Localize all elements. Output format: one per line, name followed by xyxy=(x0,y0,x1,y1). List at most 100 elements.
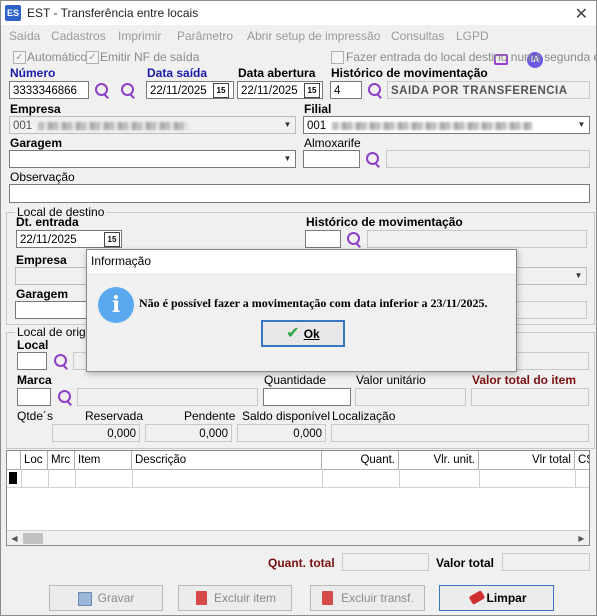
valor-total-item-label: Valor total do item xyxy=(472,373,577,387)
emitir-nf-label: Emitir NF de saída xyxy=(100,50,200,64)
horizontal-scrollbar[interactable]: ◀ ▶ xyxy=(7,530,589,545)
search-icon[interactable] xyxy=(57,389,73,406)
chevron-down-icon[interactable]: ▼ xyxy=(574,117,589,133)
filial-label: Filial xyxy=(304,102,332,116)
limpar-button[interactable]: Limpar xyxy=(439,585,554,611)
main-window: ES EST - Transferência entre locais ✕ Sa… xyxy=(0,0,597,616)
col-mrc[interactable]: Mrc xyxy=(48,451,75,469)
search-icon[interactable] xyxy=(94,82,110,99)
col-vlr-unit[interactable]: Vlr. unit. xyxy=(399,451,479,469)
saldo-field: 0,000 xyxy=(237,424,326,442)
almoxarife-label: Almoxarife xyxy=(304,136,361,150)
menu-bar: Saída Cadastros Imprimir Parâmetro Abrir… xyxy=(1,26,596,68)
observacao-label: Observação xyxy=(10,170,75,184)
destino-historico-field[interactable] xyxy=(305,230,341,248)
localizacao-label: Localização xyxy=(332,409,396,423)
data-saida-label: Data saída xyxy=(147,66,208,80)
search-icon[interactable] xyxy=(367,82,383,99)
calendar-icon[interactable]: 15 xyxy=(104,232,120,247)
limpar-label: Limpar xyxy=(486,591,527,605)
col-loc[interactable]: Loc xyxy=(21,451,48,469)
automatico-checkbox[interactable]: ✓ xyxy=(13,51,26,64)
valor-total-field xyxy=(502,553,590,571)
col-vlr-total[interactable]: Vlr total xyxy=(479,451,575,469)
gravar-button[interactable]: Gravar xyxy=(49,585,163,611)
garagem-combo[interactable]: ▼ xyxy=(9,150,296,168)
menu-imprimir[interactable]: Imprimir xyxy=(118,29,161,43)
data-saida-value: 22/11/2025 xyxy=(150,85,207,97)
historico-label: Histórico de movimentação xyxy=(331,66,488,80)
destino-garagem-label: Garagem xyxy=(16,287,69,301)
menu-lgpd[interactable]: LGPD xyxy=(456,29,489,43)
excluir-transf-button[interactable]: Excluir transf. xyxy=(310,585,425,611)
col-quant[interactable]: Quant. xyxy=(322,451,399,469)
chevron-down-icon[interactable]: ▼ xyxy=(280,117,295,133)
dialog-title: Informação xyxy=(91,254,152,268)
gravar-label: Gravar xyxy=(97,591,135,605)
excluir-item-button[interactable]: Excluir item xyxy=(178,585,292,611)
almoxarife-field[interactable] xyxy=(303,150,360,168)
menu-saida[interactable]: Saída xyxy=(9,29,40,43)
save-icon xyxy=(78,592,92,606)
excluir-transf-label: Excluir transf. xyxy=(341,591,414,605)
emitir-nf-checkbox[interactable]: ✓ xyxy=(86,51,99,64)
filial-combo[interactable]: 001 ▼ xyxy=(303,116,590,134)
data-abertura-label: Data abertura xyxy=(238,66,316,80)
destino-historico-label: Histórico de movimentação xyxy=(306,215,463,229)
entrada-segunda-etapa-checkbox[interactable] xyxy=(331,51,344,64)
grid-row[interactable] xyxy=(7,469,589,488)
trash-icon xyxy=(322,591,333,605)
valor-unitario-field xyxy=(355,388,466,406)
destino-garagem-combo[interactable] xyxy=(15,301,87,319)
close-icon[interactable]: ✕ xyxy=(575,4,588,24)
quantidade-field[interactable] xyxy=(263,388,351,406)
saldo-label: Saldo disponível xyxy=(242,409,331,423)
filial-value: 001 xyxy=(307,120,327,132)
dialog-body: i Não é possível fazer a movimentação co… xyxy=(87,275,516,371)
empresa-combo[interactable]: 001 ▼ xyxy=(9,116,296,134)
destino-filial-combo[interactable]: ▼ xyxy=(515,267,587,285)
quantidade-label: Quantidade xyxy=(264,373,327,387)
col-descricao[interactable]: Descrição xyxy=(132,451,322,469)
redacted-text xyxy=(38,121,189,130)
app-icon: ES xyxy=(5,5,21,21)
ok-label: Ok xyxy=(303,327,320,341)
items-grid[interactable]: Loc Mrc Item Descrição Quant. Vlr. unit.… xyxy=(6,450,590,546)
menu-cadastros[interactable]: Cadastros xyxy=(51,29,106,43)
destino-empresa-label: Empresa xyxy=(16,253,67,267)
local-label: Local xyxy=(17,338,49,352)
excluir-item-label: Excluir item xyxy=(213,591,276,605)
menu-consultas[interactable]: Consultas xyxy=(391,29,444,43)
local-field[interactable] xyxy=(17,352,47,370)
ok-button[interactable]: ✔ Ok xyxy=(261,320,345,347)
scroll-thumb[interactable] xyxy=(23,533,43,544)
col-item[interactable]: Item xyxy=(75,451,132,469)
search-icon[interactable] xyxy=(53,353,69,370)
pendente-field: 0,000 xyxy=(145,424,232,442)
scroll-left-icon[interactable]: ◀ xyxy=(7,531,22,545)
search-icon[interactable] xyxy=(365,151,381,168)
qtdes-label: Qtde´s xyxy=(17,409,54,423)
destino-almox-field xyxy=(515,301,587,319)
col-cs[interactable]: CS xyxy=(575,451,589,469)
valor-total-item-field xyxy=(471,388,589,406)
scroll-right-icon[interactable]: ▶ xyxy=(574,531,589,545)
menu-parametro[interactable]: Parâmetro xyxy=(177,29,233,43)
valor-total-label: Valor total xyxy=(436,556,495,570)
chevron-down-icon[interactable]: ▼ xyxy=(571,268,586,284)
dt-entrada-value: 22/11/2025 xyxy=(20,234,77,246)
historico-codigo-field[interactable]: 4 xyxy=(330,81,362,99)
numero-field[interactable]: 3333346866 xyxy=(9,81,89,99)
marca-field[interactable] xyxy=(17,388,51,406)
calendar-icon[interactable]: 15 xyxy=(213,83,229,98)
destino-empresa-combo[interactable] xyxy=(15,267,87,285)
historico-descricao-field: SAIDA POR TRANSFERENCIA xyxy=(387,81,590,99)
observacao-field[interactable] xyxy=(9,184,590,203)
numero-label: Número xyxy=(10,66,56,80)
search-icon[interactable] xyxy=(120,82,136,99)
grid-header: Loc Mrc Item Descrição Quant. Vlr. unit.… xyxy=(7,451,589,470)
calendar-icon[interactable]: 15 xyxy=(304,83,320,98)
menu-abrir-setup[interactable]: Abrir setup de impressão xyxy=(247,29,380,43)
search-icon[interactable] xyxy=(346,231,362,248)
chevron-down-icon[interactable]: ▼ xyxy=(280,151,295,167)
